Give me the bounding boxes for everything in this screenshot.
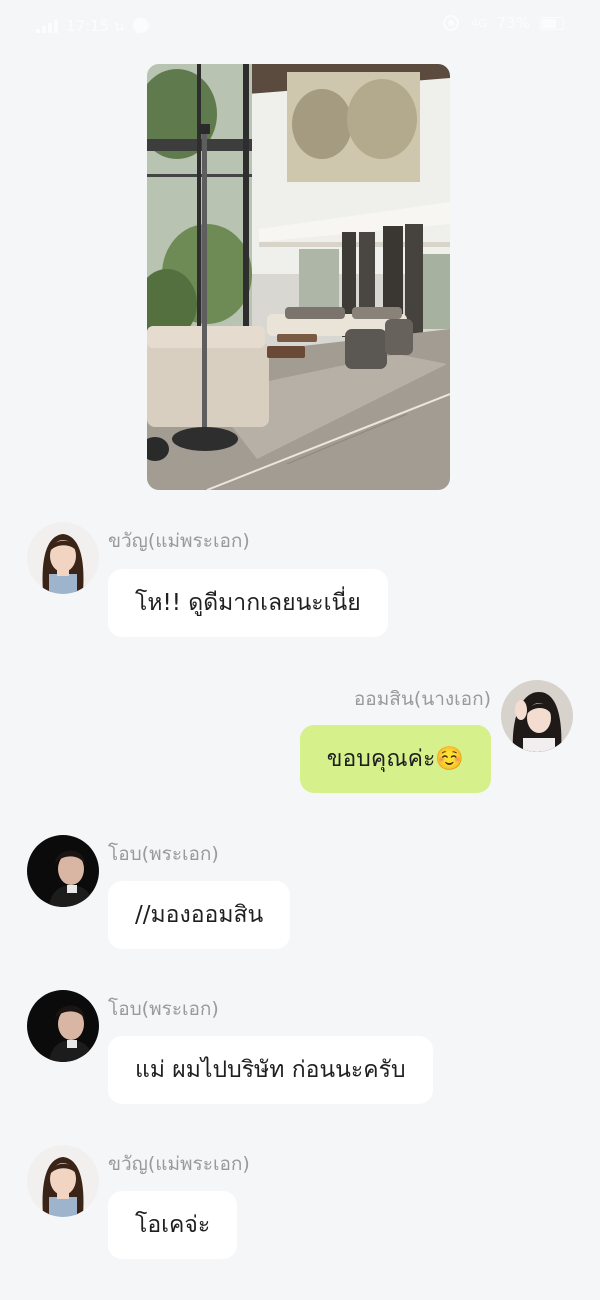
status-left: 17:15 น [36, 14, 150, 38]
woman-portrait-icon [27, 522, 99, 594]
message-bubble[interactable]: //มองออมสิน [108, 881, 291, 949]
sender-name: โอบ(พระเอก) [108, 843, 219, 865]
avatar[interactable] [27, 522, 99, 594]
messenger-icon [133, 18, 150, 34]
sender-name: โอบ(พระเอก) [108, 998, 219, 1020]
signal-icon [36, 19, 58, 33]
status-time: 17:15 น [66, 17, 125, 35]
man-portrait-icon [27, 990, 99, 1062]
message-bubble[interactable]: แม่ ผมไปบริษัท ก่อนนะครับ [108, 1036, 433, 1104]
message-bubble-outgoing[interactable]: ขอบคุณค่ะ☺️ [299, 725, 491, 793]
avatar[interactable] [27, 835, 99, 907]
message-bubble[interactable]: โห!! ดูดีมากเลยนะเนี่ย [108, 569, 388, 637]
network-type: 4G [471, 16, 487, 30]
status-right: 4G 73% [441, 14, 564, 32]
shared-photo[interactable] [147, 64, 450, 490]
living-room-image [147, 64, 450, 490]
man-portrait-icon [27, 835, 99, 907]
message-bubble[interactable]: โอเคจ่ะ [108, 1191, 238, 1259]
wifi-icon [443, 15, 460, 31]
avatar[interactable] [27, 990, 99, 1062]
status-bar: 17:15 น 4G 73% [0, 0, 600, 46]
battery-percent: 73% [496, 14, 530, 32]
woman-portrait-icon [27, 1145, 99, 1217]
battery-icon [540, 16, 564, 30]
avatar[interactable] [27, 1145, 99, 1217]
avatar[interactable] [501, 680, 573, 752]
sender-name: ออมสิน(นางเอก) [353, 688, 491, 710]
sender-name: ขวัญ(แม่พระเอก) [108, 1153, 250, 1175]
sender-name: ขวัญ(แม่พระเอก) [108, 530, 250, 552]
woman-portrait-icon [501, 680, 573, 752]
